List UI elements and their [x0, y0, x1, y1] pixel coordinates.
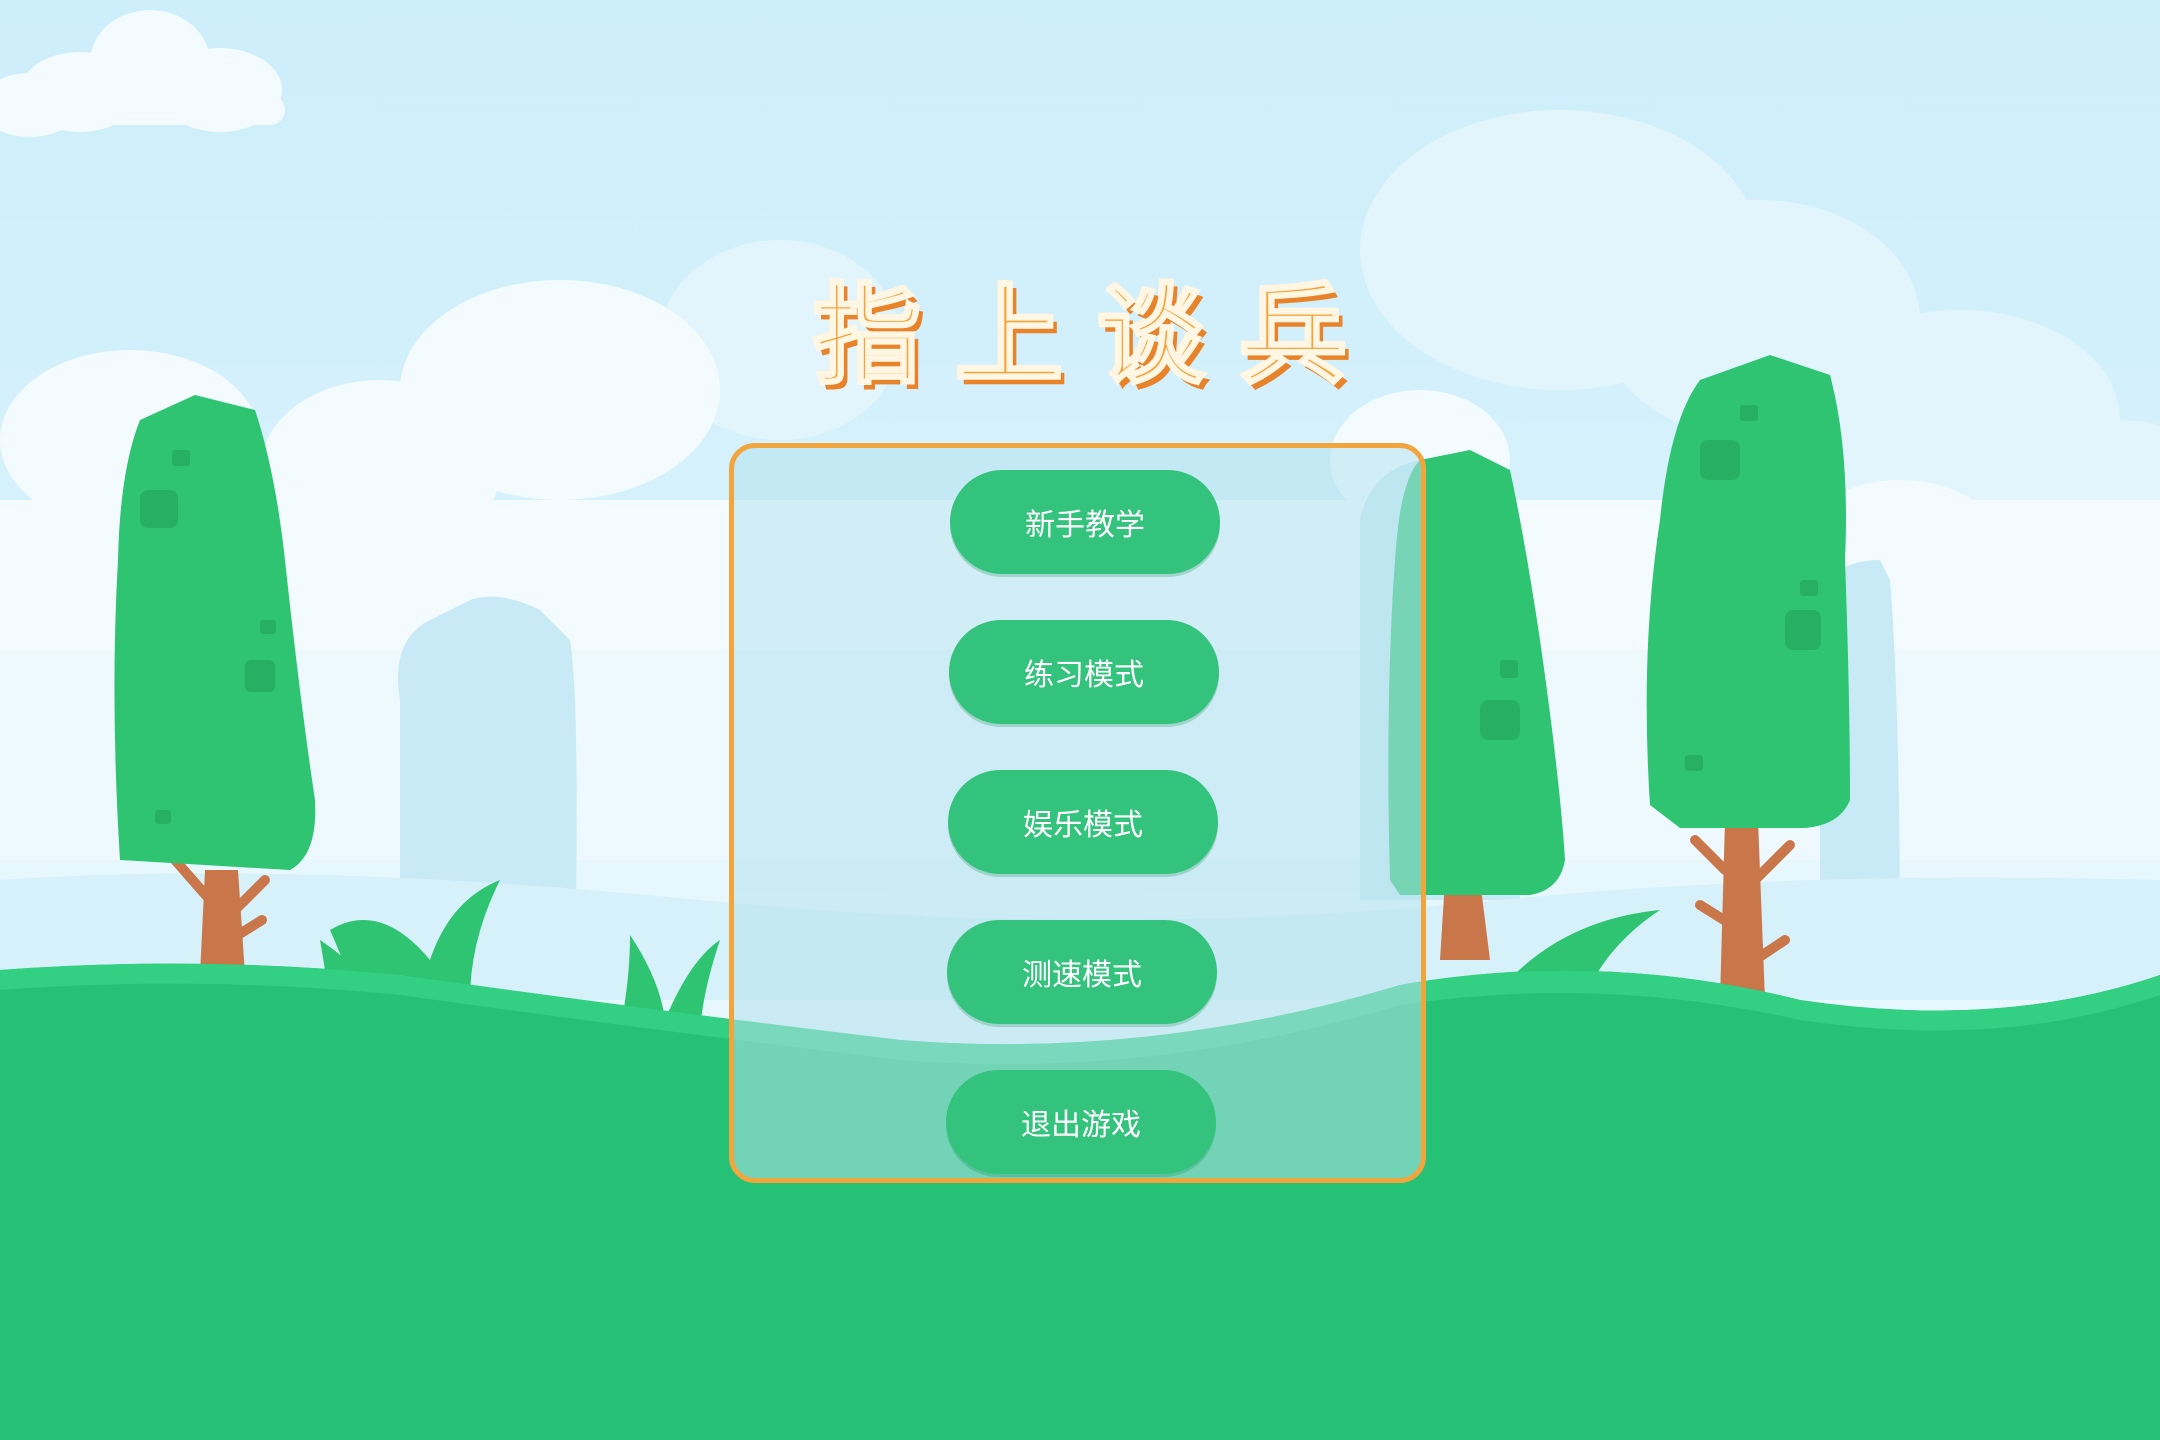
practice-mode-button[interactable]: 练习模式 — [949, 620, 1219, 724]
speed-test-mode-button[interactable]: 测速模式 — [947, 920, 1217, 1024]
tutorial-button[interactable]: 新手教学 — [950, 470, 1220, 574]
game-title: 指上谈兵 — [811, 273, 1381, 399]
exit-game-button[interactable]: 退出游戏 — [946, 1070, 1216, 1174]
entertainment-mode-button[interactable]: 娱乐模式 — [948, 770, 1218, 874]
menu-panel: 新手教学 练习模式 娱乐模式 测速模式 退出游戏 — [729, 443, 1426, 1183]
game-main-menu: 指上谈兵 新手教学 练习模式 娱乐模式 测速模式 退出游戏 — [0, 0, 2160, 1440]
small-cloud — [0, 10, 285, 137]
